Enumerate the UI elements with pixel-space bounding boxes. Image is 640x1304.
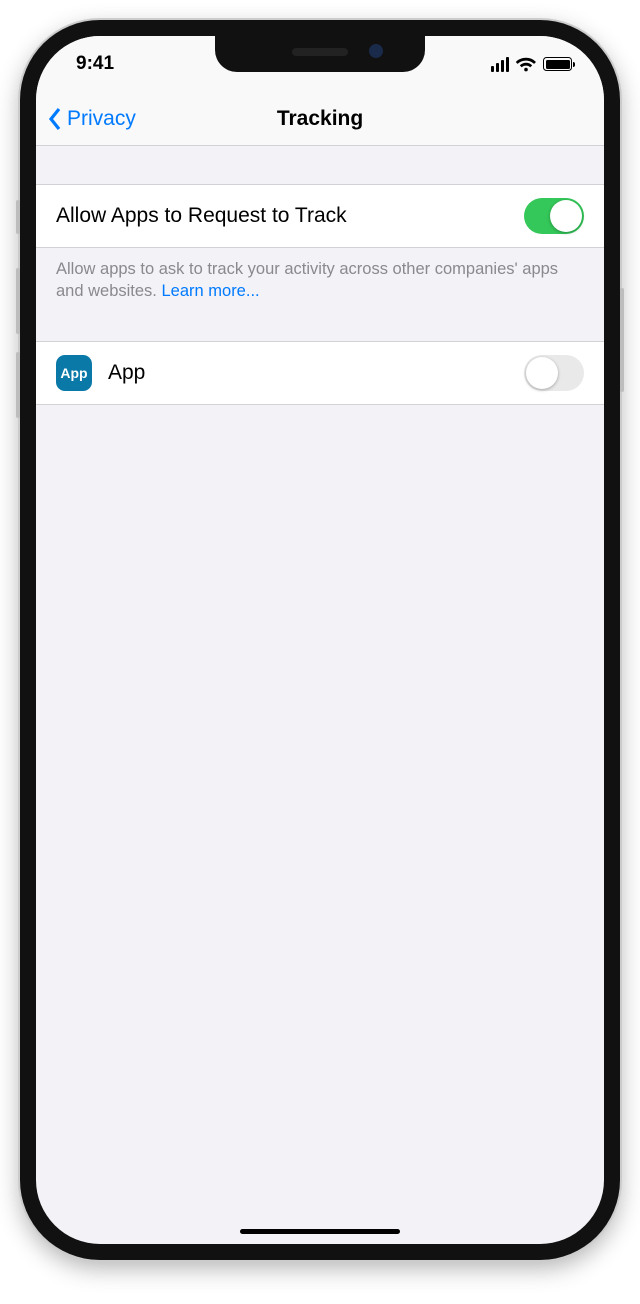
- allow-section: Allow Apps to Request to Track Allow app…: [36, 184, 604, 303]
- apps-section: App App: [36, 341, 604, 405]
- phone-frame: 9:41 Privacy Tracking: [20, 20, 620, 1260]
- status-time: 9:41: [76, 53, 114, 75]
- volume-down-button: [16, 352, 20, 418]
- back-label: Privacy: [67, 107, 136, 131]
- screen: 9:41 Privacy Tracking: [36, 36, 604, 1244]
- nav-bar: Privacy Tracking: [36, 92, 604, 146]
- chevron-left-icon: [48, 107, 62, 131]
- allow-apps-toggle[interactable]: [524, 198, 584, 234]
- silent-switch: [16, 200, 20, 234]
- footer-text: Allow apps to ask to track your activity…: [56, 260, 558, 300]
- app-name: App: [108, 361, 524, 385]
- wifi-icon: [516, 57, 536, 72]
- status-icons: [491, 57, 573, 72]
- app-tracking-toggle[interactable]: [524, 355, 584, 391]
- home-indicator[interactable]: [240, 1229, 400, 1234]
- app-row: App App: [36, 341, 604, 405]
- notch: [215, 36, 425, 72]
- volume-up-button: [16, 268, 20, 334]
- side-button: [620, 288, 624, 392]
- back-button[interactable]: Privacy: [36, 107, 136, 131]
- allow-apps-row: Allow Apps to Request to Track: [36, 184, 604, 248]
- app-icon: App: [56, 355, 92, 391]
- cellular-icon: [491, 57, 510, 72]
- learn-more-link[interactable]: Learn more...: [161, 282, 259, 300]
- section-footer: Allow apps to ask to track your activity…: [36, 248, 604, 303]
- allow-apps-label: Allow Apps to Request to Track: [56, 204, 524, 228]
- battery-icon: [543, 57, 572, 71]
- page-title: Tracking: [277, 107, 363, 131]
